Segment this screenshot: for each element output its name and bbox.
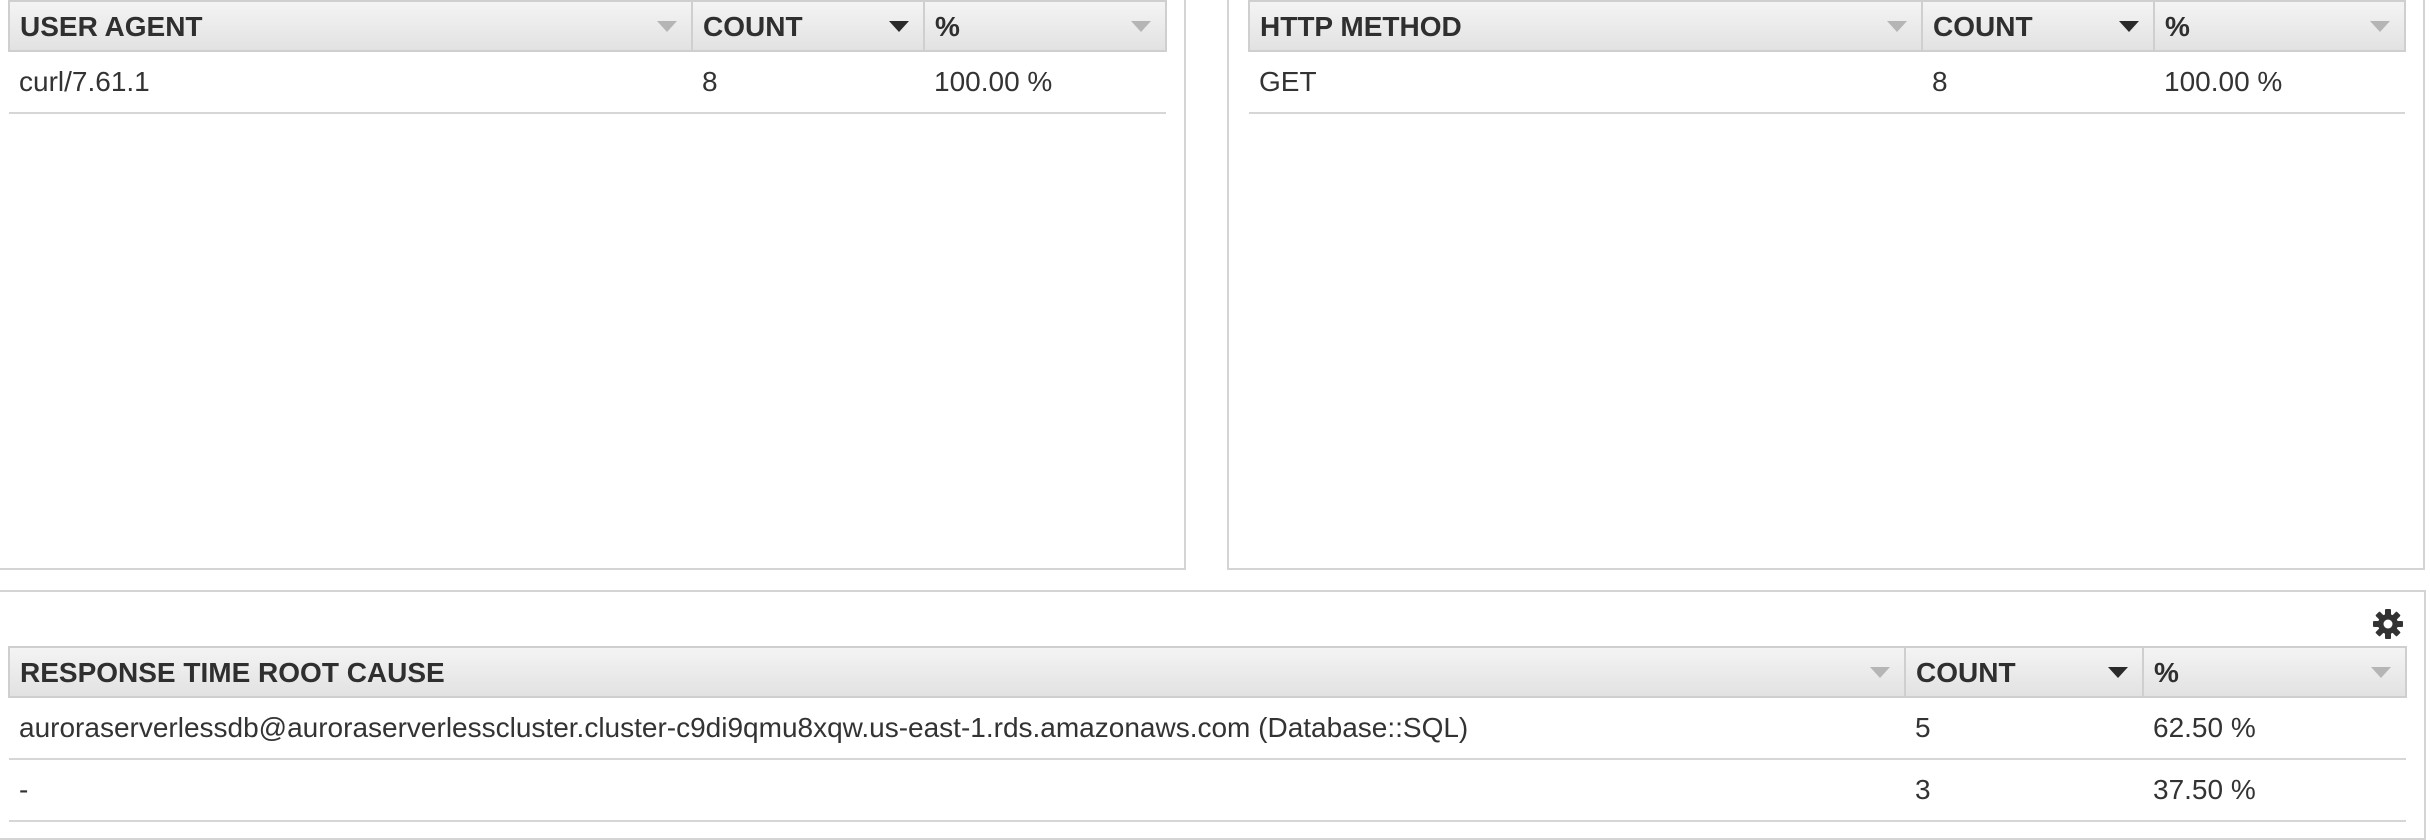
column-header-count[interactable]: COUNT [691,0,925,52]
count-cell: 8 [1922,51,2154,114]
root-cause-table: RESPONSE TIME ROOT CAUSE COUNT % auroras… [8,646,2407,822]
column-header-label: % [2165,10,2190,42]
count-cell: 8 [692,51,924,114]
column-header-count[interactable]: COUNT [1921,0,2155,52]
root-cause-cell: auroraserverlessdb@auroraserverlessclust… [9,697,1905,760]
sort-arrow-icon[interactable] [1131,21,1151,32]
column-header-label: COUNT [1916,656,2016,688]
count-cell: 5 [1905,697,2143,760]
gear-icon[interactable] [2372,608,2404,640]
column-header-label: % [2154,656,2179,688]
http-method-panel: HTTP METHOD COUNT % GET 8 100.00 % [1227,0,2425,570]
user-agent-panel: USER AGENT COUNT % curl/7.61.1 8 100.00 … [0,0,1186,570]
user-agent-table: USER AGENT COUNT % curl/7.61.1 8 100.00 … [8,0,1167,114]
column-header-label: COUNT [703,10,803,42]
sort-arrow-icon[interactable] [2371,667,2391,678]
table-row[interactable]: auroraserverlessdb@auroraserverlessclust… [9,697,2406,760]
sort-arrow-icon[interactable] [1887,21,1907,32]
column-header-percent[interactable]: % [2142,646,2407,698]
percent-cell: 62.50 % [2143,697,2406,760]
user-agent-cell: curl/7.61.1 [9,51,692,114]
table-header-row: HTTP METHOD COUNT % [1248,0,2406,52]
column-header-label: HTTP METHOD [1260,10,1462,42]
http-method-cell: GET [1249,51,1922,114]
column-header-percent[interactable]: % [2153,0,2406,52]
column-header-count[interactable]: COUNT [1904,646,2144,698]
percent-cell: 100.00 % [924,51,1166,114]
sort-arrow-icon[interactable] [2370,21,2390,32]
sort-arrow-icon[interactable] [1870,667,1890,678]
sort-arrow-icon[interactable] [657,21,677,32]
table-row[interactable]: GET 8 100.00 % [1249,51,2405,114]
count-cell: 3 [1905,759,2143,822]
percent-cell: 100.00 % [2154,51,2405,114]
table-row[interactable]: - 3 37.50 % [9,759,2406,822]
column-header-user-agent[interactable]: USER AGENT [8,0,693,52]
table-header-row: USER AGENT COUNT % [8,0,1167,52]
column-header-label: RESPONSE TIME ROOT CAUSE [20,656,445,688]
column-header-label: USER AGENT [20,10,203,42]
table-row[interactable]: curl/7.61.1 8 100.00 % [9,51,1166,114]
column-header-label: % [935,10,960,42]
http-method-table: HTTP METHOD COUNT % GET 8 100.00 % [1248,0,2406,114]
response-time-root-cause-panel: RESPONSE TIME ROOT CAUSE COUNT % auroras… [0,590,2426,840]
column-header-root-cause[interactable]: RESPONSE TIME ROOT CAUSE [8,646,1906,698]
column-header-percent[interactable]: % [923,0,1167,52]
sort-arrow-icon[interactable] [2119,21,2139,32]
root-cause-cell: - [9,759,1905,822]
column-header-label: COUNT [1933,10,2033,42]
table-header-row: RESPONSE TIME ROOT CAUSE COUNT % [8,646,2407,698]
sort-arrow-icon[interactable] [889,21,909,32]
percent-cell: 37.50 % [2143,759,2406,822]
column-header-http-method[interactable]: HTTP METHOD [1248,0,1923,52]
sort-arrow-icon[interactable] [2108,667,2128,678]
